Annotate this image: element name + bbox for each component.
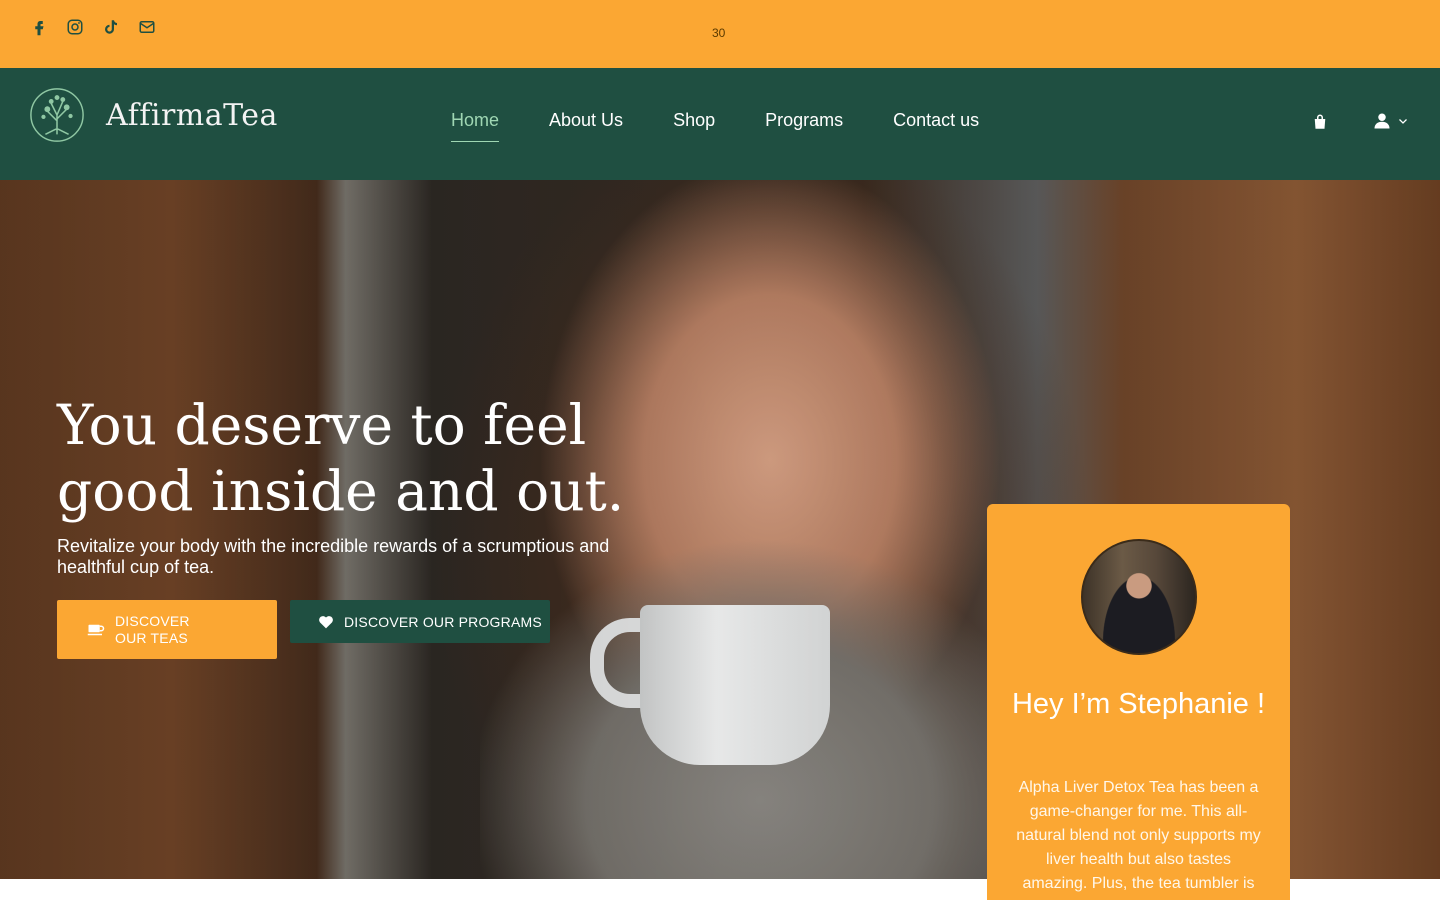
nav-about-us[interactable]: About Us [549,110,623,142]
instagram-icon[interactable] [66,18,84,36]
tree-logo-icon [30,88,84,142]
brand-name: AffirmaTea [106,97,278,133]
nav-contact-us[interactable]: Contact us [893,110,979,142]
hero-headline: You deserve to feel good inside and out. [57,393,625,523]
discover-teas-button[interactable]: DISCOVER OUR TEAS [57,600,277,659]
discover-programs-label: DISCOVER OUR PROGRAMS [344,613,542,630]
nav-shop[interactable]: Shop [673,110,715,142]
discover-teas-label: DISCOVER OUR TEAS [115,612,190,646]
hero-subline: Revitalize your body with the incredible… [57,536,610,577]
testimonial-quote: Alpha Liver Detox Tea has been a game-ch… [1016,779,1261,892]
nav-programs[interactable]: Programs [765,110,843,142]
topbar-counter: 30 [712,26,726,40]
site-header: AffirmaTea Home About Us Shop Programs C… [0,68,1440,180]
mail-icon[interactable] [138,18,156,36]
main-nav: Home About Us Shop Programs Contact us [451,110,979,142]
chevron-down-icon [1399,119,1407,124]
avatar [1081,539,1197,655]
account-menu[interactable] [1373,112,1409,130]
top-bar: 30 [0,0,1440,68]
shopping-bag-icon[interactable] [1311,113,1329,131]
testimonial-card: Hey I’m Stephanie ! Alpha Liver Detox Te… [987,504,1290,900]
testimonial-title: Hey I’m Stephanie ! [1011,688,1266,720]
tiktok-icon[interactable] [102,18,120,36]
user-icon [1374,113,1390,129]
brand-logo[interactable]: AffirmaTea [28,86,278,144]
cup-icon [87,624,105,635]
facebook-icon[interactable] [30,18,48,36]
nav-home[interactable]: Home [451,110,500,142]
social-links [30,18,156,36]
discover-programs-button[interactable]: DISCOVER OUR PROGRAMS [290,600,550,643]
heart-icon [319,615,333,628]
